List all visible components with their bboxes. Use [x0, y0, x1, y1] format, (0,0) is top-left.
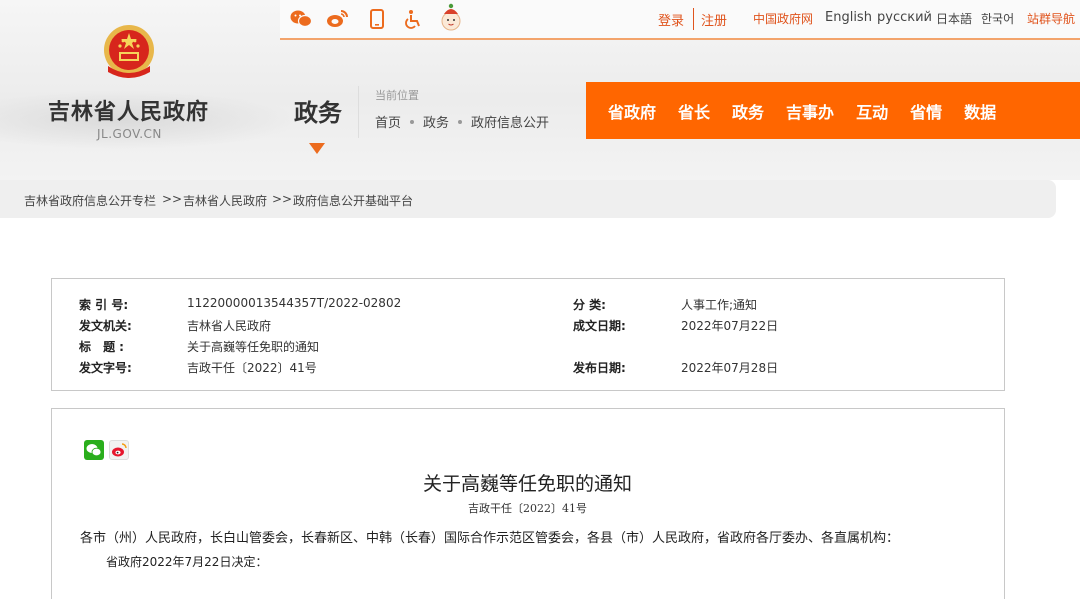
share-wechat-icon[interactable] — [84, 440, 104, 460]
header-divider — [358, 86, 359, 138]
mobile-icon[interactable] — [366, 8, 388, 30]
site-domain: JL.GOV.CN — [97, 127, 162, 141]
wechat-icon[interactable] — [290, 8, 312, 30]
nav-item-data[interactable]: 数据 — [964, 99, 996, 123]
nav-item-jishiban[interactable]: 吉事办 — [786, 99, 834, 123]
nav-item-province-info[interactable]: 省情 — [910, 99, 942, 123]
title-label: 标 题: — [79, 340, 128, 354]
nav-item-interaction[interactable]: 互动 — [856, 99, 888, 123]
doc-number-value: 吉政干任〔2022〕41号 — [187, 361, 317, 375]
mascot-icon[interactable] — [438, 2, 464, 32]
breadcrumb-disclosure-column[interactable]: 吉林省政府信息公开专栏 — [24, 192, 156, 209]
english-link[interactable]: English — [825, 10, 872, 25]
main-nav: 省政府 省长 政务 吉事办 互动 省情 数据 — [586, 82, 1080, 139]
issuer-value: 吉林省人民政府 — [187, 319, 272, 333]
section-arrow-icon — [309, 143, 325, 154]
russian-link[interactable]: русский — [877, 10, 932, 25]
location-disclosure-link[interactable]: 政府信息公开 — [471, 112, 549, 131]
document-info-box: 索 引 号: 11220000013544357T/2022-02802 分 类… — [51, 278, 1005, 391]
index-label: 索 引 号: — [79, 298, 129, 312]
category-value: 人事工作;通知 — [681, 298, 758, 312]
issuer-label: 发文机关: — [79, 319, 132, 333]
location-trail: 首页 政务 政府信息公开 — [375, 112, 549, 131]
publish-date-value: 2022年07月28日 — [681, 361, 779, 375]
nav-item-governor[interactable]: 省长 — [678, 99, 710, 123]
breadcrumb: 吉林省政府信息公开专栏 >> 吉林省人民政府 >> 政府信息公开基础平台 — [0, 180, 1056, 218]
article-recipients: 各市（州）人民政府，长白山管委会，长春新区、中韩（长春）国际合作示范区管委会，各… — [80, 531, 900, 546]
location-affairs-link[interactable]: 政务 — [423, 112, 449, 131]
written-date-label: 成文日期: — [573, 319, 626, 333]
accessibility-icon[interactable] — [402, 8, 424, 30]
section-title: 政务 — [294, 99, 342, 127]
breadcrumb-separator: >> — [162, 192, 183, 206]
site-name[interactable]: 吉林省人民政府 — [48, 94, 209, 126]
breadcrumb-separator: >> — [272, 192, 293, 206]
nav-item-affairs[interactable]: 政务 — [732, 99, 764, 123]
weibo-icon[interactable] — [326, 8, 348, 30]
national-emblem-icon — [102, 24, 156, 82]
title-value: 关于高巍等任免职的通知 — [187, 340, 320, 354]
share-weibo-icon[interactable] — [109, 440, 129, 460]
index-value: 11220000013544357T/2022-02802 — [187, 296, 402, 310]
nav-item-provincial-gov[interactable]: 省政府 — [608, 99, 656, 123]
doc-number-label: 发文字号: — [79, 361, 132, 375]
register-link[interactable]: 注册 — [701, 10, 727, 29]
korean-link[interactable]: 한국어 — [981, 10, 1014, 27]
location-label: 当前位置 — [375, 89, 419, 102]
login-link[interactable]: 登录 — [658, 10, 684, 29]
location-dot-icon — [410, 119, 415, 124]
location-dot-icon — [458, 119, 463, 124]
login-separator — [693, 8, 694, 30]
gov-cn-link[interactable]: 中国政府网 — [753, 10, 813, 27]
article-title: 关于高巍等任免职的通知 — [422, 473, 632, 495]
top-utility-bar: 登录 注册 中国政府网 English русский 日本語 한국어 站群导航 — [280, 0, 1080, 40]
breadcrumb-disclosure-platform[interactable]: 政府信息公开基础平台 — [293, 192, 413, 209]
written-date-value: 2022年07月22日 — [681, 319, 779, 333]
site-group-nav-link[interactable]: 站群导航 — [1027, 10, 1075, 27]
japanese-link[interactable]: 日本語 — [936, 10, 972, 27]
location-home-link[interactable]: 首页 — [375, 112, 401, 131]
breadcrumb-provincial-gov[interactable]: 吉林省人民政府 — [183, 192, 267, 209]
article-doc-number: 吉政干任〔2022〕41号 — [468, 502, 587, 515]
publish-date-label: 发布日期: — [573, 361, 626, 375]
article-paragraph: 省政府2022年7月22日决定： — [106, 555, 268, 569]
category-label: 分 类: — [573, 298, 606, 312]
